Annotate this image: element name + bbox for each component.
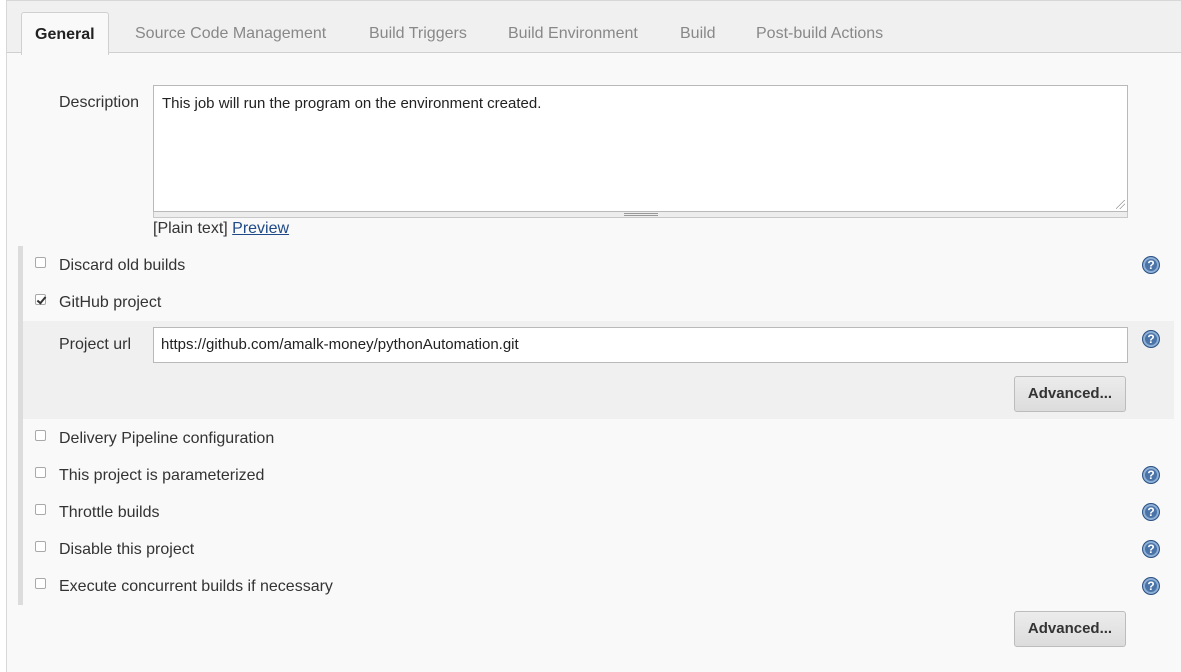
help-icon[interactable]: ?	[1142, 577, 1160, 595]
advanced-button[interactable]: Advanced...	[1014, 611, 1126, 647]
textarea-resize-bar[interactable]	[153, 212, 1128, 218]
concurrent-builds-label: Execute concurrent builds if necessary	[59, 578, 333, 595]
discard-old-builds-checkbox[interactable]	[35, 257, 46, 268]
github-project-checkbox[interactable]	[35, 294, 46, 305]
resize-handle-icon[interactable]	[1116, 200, 1125, 209]
parameterized-checkbox[interactable]	[35, 467, 46, 478]
tab-build-environment[interactable]: Build Environment	[508, 13, 638, 54]
discard-old-builds-label: Discard old builds	[59, 257, 186, 274]
description-label: Description	[59, 94, 140, 111]
tab-post-build-actions[interactable]: Post-build Actions	[756, 13, 883, 54]
description-textarea[interactable]: This job will run the program on the env…	[153, 85, 1128, 212]
disable-project-label: Disable this project	[59, 541, 195, 558]
concurrent-builds-checkbox[interactable]	[35, 578, 46, 589]
disable-project-checkbox[interactable]	[35, 541, 46, 552]
delivery-pipeline-checkbox[interactable]	[35, 430, 46, 441]
format-label: [Plain text]	[153, 220, 228, 237]
delivery-pipeline-label: Delivery Pipeline configuration	[59, 430, 275, 447]
description-text: This job will run the program on the env…	[162, 95, 542, 112]
github-project-label: GitHub project	[59, 294, 162, 311]
throttle-builds-label: Throttle builds	[59, 504, 160, 521]
project-url-input[interactable]: https://github.com/amalk-money/pythonAut…	[153, 327, 1128, 363]
preview-link[interactable]: Preview	[232, 220, 289, 237]
config-tab-bar: General Source Code Management Build Tri…	[7, 0, 1181, 55]
help-icon[interactable]: ?	[1142, 540, 1160, 558]
throttle-builds-checkbox[interactable]	[35, 504, 46, 515]
tab-build-triggers[interactable]: Build Triggers	[369, 13, 467, 54]
config-panel: General Source Code Management Build Tri…	[6, 0, 1181, 672]
tab-general[interactable]: General	[21, 12, 109, 55]
section-rule	[18, 246, 23, 605]
tab-source-code-management[interactable]: Source Code Management	[135, 13, 326, 54]
parameterized-label: This project is parameterized	[59, 467, 265, 484]
project-url-label: Project url	[59, 336, 132, 353]
help-icon[interactable]: ?	[1142, 330, 1160, 348]
github-advanced-button[interactable]: Advanced...	[1014, 376, 1126, 412]
help-icon[interactable]: ?	[1142, 503, 1160, 521]
description-format: [Plain text] Preview	[153, 220, 289, 238]
help-icon[interactable]: ?	[1142, 256, 1160, 274]
tab-build[interactable]: Build	[680, 13, 716, 54]
help-icon[interactable]: ?	[1142, 466, 1160, 484]
grip-icon	[624, 213, 658, 216]
